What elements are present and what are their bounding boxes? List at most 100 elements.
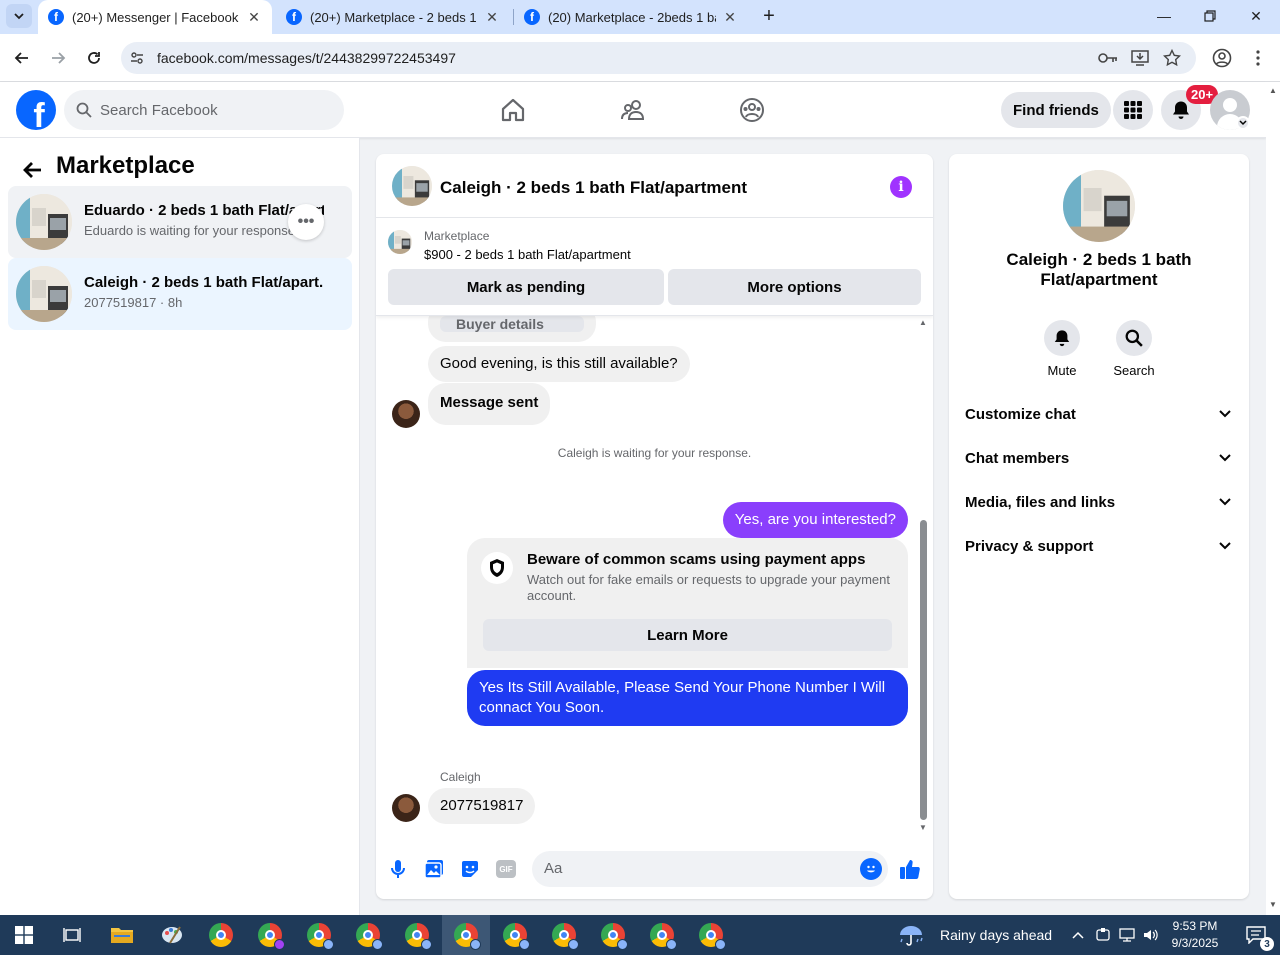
emoji-icon[interactable] — [860, 858, 882, 880]
site-settings-icon[interactable] — [129, 50, 145, 66]
tab-messenger[interactable]: f (20+) Messenger | Facebook ✕ — [38, 0, 272, 34]
meet-now-icon[interactable] — [1092, 915, 1114, 955]
browser-menu-icon[interactable] — [1246, 46, 1270, 70]
back-arrow-button[interactable] — [16, 154, 48, 186]
media-files-links-row[interactable]: Media, files and links — [965, 494, 1233, 516]
more-options-button[interactable]: More options — [668, 269, 921, 305]
sticker-icon[interactable] — [458, 857, 482, 881]
microphone-icon[interactable] — [386, 857, 410, 881]
conversation-item-eduardo[interactable]: Eduardo · 2 beds 1 bath Flat/apartment E… — [8, 186, 352, 258]
find-friends-button[interactable]: Find friends — [1001, 92, 1111, 128]
pinned-app-button[interactable] — [148, 915, 196, 955]
like-thumbs-up-icon[interactable] — [898, 857, 922, 881]
system-clock[interactable]: 9:53 PM 9/3/2025 — [1160, 918, 1230, 952]
chrome-icon — [258, 923, 285, 950]
file-explorer-button[interactable] — [98, 915, 146, 955]
mute-action[interactable]: Mute — [1032, 320, 1092, 378]
password-key-icon[interactable] — [1096, 46, 1120, 70]
message-input[interactable]: Aa — [532, 851, 888, 887]
conversation-item-caleigh[interactable]: Caleigh · 2 beds 1 bath Flat/apart... 20… — [8, 258, 352, 330]
chrome-taskbar-button[interactable] — [344, 915, 392, 955]
close-icon[interactable]: ✕ — [722, 9, 738, 25]
start-button[interactable] — [0, 915, 48, 955]
minimize-button[interactable]: — — [1141, 0, 1187, 32]
chrome-taskbar-button-active[interactable] — [442, 915, 490, 955]
section-label: Media, files and links — [965, 494, 1116, 511]
photo-icon[interactable] — [422, 857, 446, 881]
volume-icon[interactable] — [1140, 915, 1162, 955]
message-scrollbar[interactable]: ▲ ▼ — [916, 318, 930, 832]
browser-tabstrip: f (20+) Messenger | Facebook ✕ f (20+) M… — [0, 0, 1280, 34]
scrollbar-thumb[interactable] — [920, 520, 927, 820]
network-icon[interactable] — [1116, 915, 1138, 955]
chrome-icon — [699, 923, 726, 950]
chrome-taskbar-button[interactable] — [491, 915, 539, 955]
scroll-up-arrow-icon[interactable]: ▲ — [918, 318, 928, 327]
listing-thumbnail — [388, 230, 412, 254]
mark-as-pending-button[interactable]: Mark as pending — [388, 269, 664, 305]
listing-price-title[interactable]: $900 - 2 beds 1 bath Flat/apartment — [424, 247, 631, 262]
scroll-up-arrow-icon[interactable]: ▲ — [1269, 86, 1277, 95]
learn-more-button[interactable]: Learn More — [483, 619, 892, 651]
chat-avatar[interactable] — [392, 166, 432, 206]
back-button[interactable] — [8, 44, 36, 72]
chrome-taskbar-button[interactable] — [393, 915, 441, 955]
menu-grid-button[interactable] — [1113, 90, 1153, 130]
install-app-icon[interactable] — [1128, 46, 1152, 70]
chrome-taskbar-button[interactable] — [540, 915, 588, 955]
search-placeholder: Search Facebook — [100, 101, 218, 119]
chevron-down-icon[interactable] — [1236, 116, 1250, 130]
tab-marketplace-1[interactable]: f (20+) Marketplace - 2 beds 1 bath ✕ — [276, 0, 510, 34]
new-tab-button[interactable]: + — [757, 4, 781, 28]
chevron-down-icon — [14, 13, 24, 20]
profile-icon[interactable] — [1210, 46, 1234, 70]
privacy-support-row[interactable]: Privacy & support — [965, 538, 1233, 560]
chrome-taskbar-button[interactable] — [638, 915, 686, 955]
search-box[interactable]: Search Facebook — [64, 90, 344, 130]
message-bubble-outgoing: Yes Its Still Available, Please Send You… — [467, 670, 908, 726]
scroll-down-arrow-icon[interactable]: ▼ — [1269, 900, 1277, 909]
address-bar[interactable]: facebook.com/messages/t/2443829972245349… — [121, 42, 1196, 74]
home-nav-icon[interactable] — [497, 94, 529, 126]
more-options-button[interactable]: ••• — [288, 204, 324, 240]
gif-label: GIF — [496, 860, 516, 878]
page-scrollbar[interactable]: ▲ ▼ — [1266, 82, 1280, 915]
close-icon[interactable]: ✕ — [246, 9, 262, 25]
info-icon[interactable]: i — [890, 176, 912, 198]
scroll-down-arrow-icon[interactable]: ▼ — [918, 823, 928, 832]
task-view-button[interactable] — [48, 915, 96, 955]
groups-nav-icon[interactable] — [736, 94, 768, 126]
gif-icon[interactable]: GIF — [494, 857, 518, 881]
bookmark-star-icon[interactable] — [1160, 46, 1184, 70]
tab-marketplace-2[interactable]: f (20) Marketplace - 2beds 1 bath ✕ — [514, 0, 748, 34]
caleigh-avatar[interactable] — [392, 794, 420, 822]
chrome-taskbar-button[interactable] — [246, 915, 294, 955]
chat-members-row[interactable]: Chat members — [965, 450, 1233, 472]
tray-overflow-chevron-up-icon[interactable] — [1066, 915, 1090, 955]
facebook-logo[interactable]: f — [16, 90, 56, 130]
chrome-icon — [356, 923, 383, 950]
forward-button[interactable] — [44, 44, 72, 72]
friends-nav-icon[interactable] — [617, 94, 649, 126]
chrome-taskbar-button[interactable] — [295, 915, 343, 955]
chrome-taskbar-button[interactable] — [197, 915, 245, 955]
message-placeholder: Aa — [544, 860, 563, 877]
close-icon[interactable]: ✕ — [484, 9, 500, 25]
umbrella-rain-icon — [900, 926, 923, 946]
close-window-button[interactable]: ✕ — [1233, 0, 1279, 32]
chrome-taskbar-button[interactable] — [687, 915, 735, 955]
listing-avatar[interactable] — [1063, 170, 1135, 242]
tab-search-button[interactable] — [6, 4, 32, 28]
caleigh-avatar[interactable] — [392, 400, 420, 428]
message-composer: GIF Aa — [376, 847, 933, 891]
chrome-taskbar-button[interactable] — [589, 915, 637, 955]
customize-chat-row[interactable]: Customize chat — [965, 406, 1233, 428]
weather-widget[interactable]: Rainy days ahead — [898, 915, 1058, 955]
shield-icon — [481, 552, 513, 584]
reload-button[interactable] — [80, 44, 108, 72]
search-action[interactable]: Search — [1104, 320, 1164, 378]
sidebar-title: Marketplace — [56, 152, 195, 179]
restore-button[interactable] — [1187, 0, 1233, 32]
action-center-button[interactable]: 3 — [1232, 915, 1280, 955]
chat-title[interactable]: Caleigh · 2 beds 1 bath Flat/apartment — [440, 178, 747, 198]
